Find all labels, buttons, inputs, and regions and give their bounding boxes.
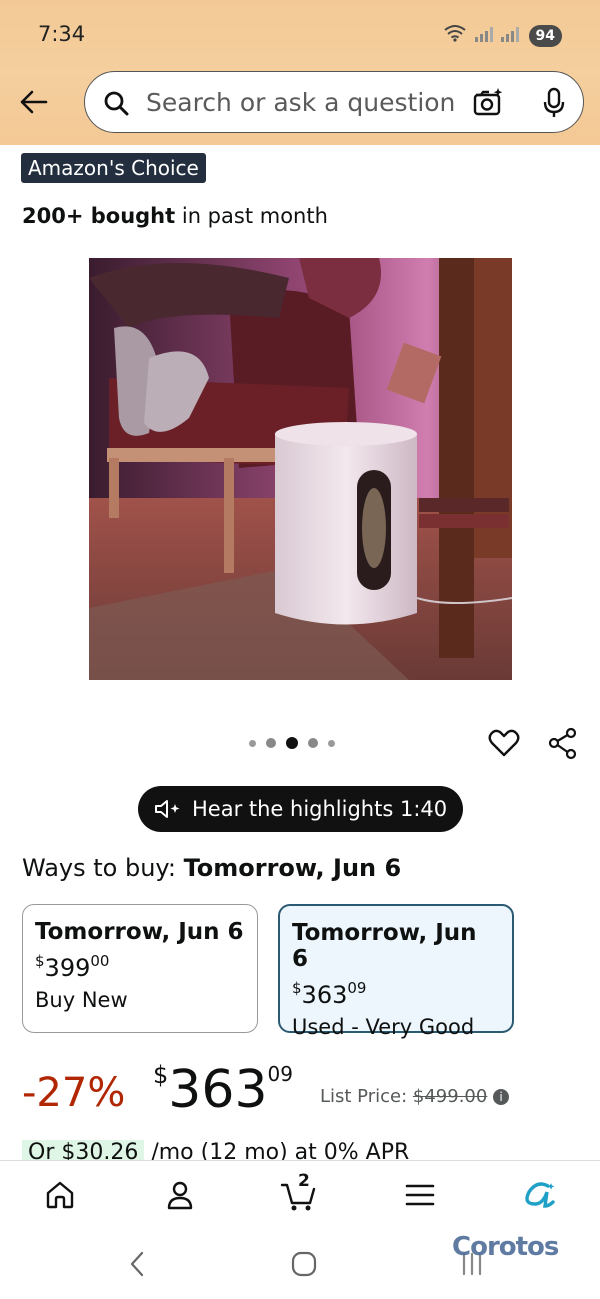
price-cents: 00: [90, 952, 110, 970]
buy-option-price: $36309: [292, 979, 500, 1009]
price-block: -27% $36309 List Price: $499.00 i: [22, 1058, 582, 1128]
back-button[interactable]: [16, 84, 52, 120]
status-icons: 94: [443, 24, 562, 47]
product-image[interactable]: [89, 258, 513, 680]
account-icon: [167, 1181, 193, 1210]
nav-rufus[interactable]: [520, 1175, 560, 1215]
price-currency: $: [153, 1061, 169, 1089]
buy-option-date: Tomorrow, Jun 6: [292, 920, 477, 972]
home-icon: [46, 1181, 74, 1209]
bought-count: 200+ bought in past month: [22, 204, 328, 228]
price-dollars: 363: [301, 981, 348, 1009]
buy-option-price: $39900: [35, 952, 245, 982]
signal-icon: [474, 26, 521, 46]
share-icon: [548, 727, 577, 760]
buy-option-condition: Buy New: [35, 988, 128, 1012]
amazons-choice-badge: Amazon's Choice: [21, 153, 206, 183]
list-price: List Price: $499.00 i: [320, 1086, 510, 1107]
price-dollars: 399: [44, 954, 91, 982]
search-icon: [103, 90, 129, 120]
cart-count: 2: [298, 1171, 310, 1191]
discount-percent: -27%: [22, 1070, 126, 1116]
rounded-square-icon: [291, 1251, 317, 1277]
list-price-label: List Price:: [320, 1086, 413, 1107]
financing-rest: /mo (12 mo) at 0% APR: [144, 1140, 410, 1160]
list-price-value: $499.00: [412, 1086, 488, 1107]
buy-option-used[interactable]: Tomorrow, Jun 6 $36309 Used - Very Good: [278, 904, 514, 1039]
system-back-button[interactable]: [127, 1250, 147, 1282]
rufus-icon: [525, 1182, 555, 1208]
wishlist-button[interactable]: [487, 726, 521, 764]
carousel-dot[interactable]: [308, 738, 318, 748]
app-header: 7:34 94 Search or ask a question: [0, 0, 600, 145]
bottom-navigation: 2: [0, 1160, 600, 1227]
ways-to-buy-date: Tomorrow, Jun 6: [183, 854, 402, 882]
current-price: $36309: [153, 1060, 293, 1120]
bought-count-bold: 200+ bought: [22, 204, 176, 228]
wifi-icon: [443, 24, 467, 47]
share-button[interactable]: [546, 726, 580, 764]
carousel-dot[interactable]: [266, 738, 276, 748]
microphone-icon[interactable]: [539, 86, 569, 124]
speaker-sparkle-icon: [155, 800, 180, 818]
price-currency: $: [35, 952, 45, 970]
carousel-dot-active[interactable]: [286, 737, 298, 749]
price-dollars: 363: [168, 1060, 268, 1120]
search-input[interactable]: Search or ask a question: [84, 71, 584, 133]
ways-to-buy-prefix: Ways to buy:: [22, 854, 184, 882]
buy-option-condition: Used - Very Good: [292, 1015, 475, 1039]
watermark-logo: Corotos: [452, 1232, 559, 1262]
info-icon[interactable]: i: [493, 1089, 510, 1105]
price-currency: $: [292, 979, 302, 997]
system-home-button[interactable]: [290, 1250, 318, 1282]
carousel-dot[interactable]: [328, 739, 335, 747]
buy-option-date: Tomorrow, Jun 6: [35, 919, 244, 945]
battery-indicator: 94: [528, 24, 562, 47]
nav-home[interactable]: [40, 1175, 80, 1215]
price-cents: 09: [267, 1062, 293, 1086]
financing-offer[interactable]: Or $30.26 /mo (12 mo) at 0% APR: [22, 1140, 582, 1160]
arrow-left-icon: [20, 90, 48, 114]
price-cents: 09: [347, 979, 367, 997]
nav-menu[interactable]: [400, 1175, 440, 1215]
search-placeholder: Search or ask a question: [146, 88, 456, 117]
chevron-left-icon: [130, 1251, 144, 1277]
carousel-dot[interactable]: [249, 739, 256, 747]
nav-account[interactable]: [160, 1175, 200, 1215]
financing-highlight: Or $30.26: [22, 1140, 145, 1160]
heart-icon: [488, 729, 520, 757]
bought-count-rest: in past month: [175, 204, 328, 228]
menu-icon: [405, 1184, 435, 1206]
hear-highlights-button[interactable]: Hear the highlights 1:40: [138, 786, 463, 832]
hear-highlights-label: Hear the highlights 1:40: [192, 797, 448, 821]
buy-option-new[interactable]: Tomorrow, Jun 6 $39900 Buy New: [22, 904, 258, 1033]
nav-cart[interactable]: 2: [280, 1171, 320, 1215]
status-time: 7:34: [38, 22, 86, 46]
image-carousel-dots[interactable]: [249, 737, 335, 749]
ways-to-buy-heading: Ways to buy: Tomorrow, Jun 6: [22, 854, 401, 882]
camera-lens-icon[interactable]: [471, 86, 505, 124]
